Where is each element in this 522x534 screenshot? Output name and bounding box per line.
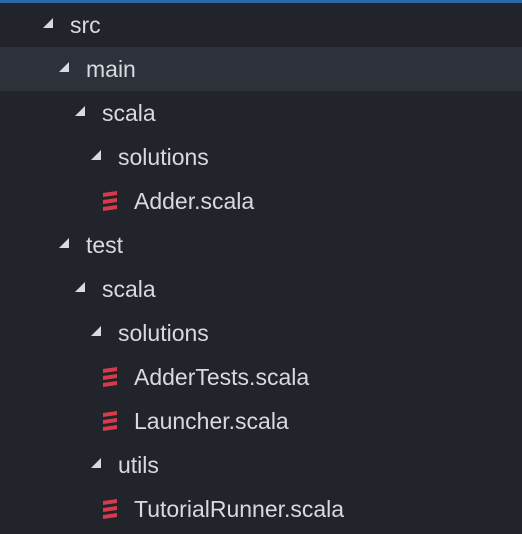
tree-folder-test-scala[interactable]: scala (0, 267, 522, 311)
tree-folder-test[interactable]: test (0, 223, 522, 267)
tree-file-adder-tests[interactable]: AdderTests.scala (0, 355, 522, 399)
tree-file-launcher[interactable]: Launcher.scala (0, 399, 522, 443)
expand-arrow-icon[interactable] (59, 238, 69, 248)
tree-item-label: main (86, 56, 136, 82)
expand-arrow-icon[interactable] (75, 106, 85, 116)
tree-item-label: src (70, 12, 101, 38)
scala-file-icon (103, 191, 117, 211)
tree-folder-utils[interactable]: utils (0, 443, 522, 487)
tree-folder-test-solutions[interactable]: solutions (0, 311, 522, 355)
expand-arrow-icon[interactable] (75, 282, 85, 292)
tree-item-label: scala (102, 276, 156, 302)
tree-item-label: Adder.scala (134, 188, 255, 214)
expand-arrow-icon[interactable] (91, 150, 101, 160)
expand-arrow-icon[interactable] (59, 62, 69, 72)
scala-file-icon (103, 499, 117, 519)
tree-folder-main[interactable]: main (0, 47, 522, 91)
tree-item-label: test (86, 232, 124, 258)
tree-item-label: Launcher.scala (134, 408, 289, 434)
scala-file-icon (103, 367, 117, 387)
expand-arrow-icon[interactable] (91, 326, 101, 336)
tree-file-tutorial-runner[interactable]: TutorialRunner.scala (0, 487, 522, 531)
expand-arrow-icon[interactable] (91, 458, 101, 468)
tree-folder-main-solutions[interactable]: solutions (0, 135, 522, 179)
tree-item-label: scala (102, 100, 156, 126)
tree-item-label: utils (118, 452, 159, 478)
scala-file-icon (103, 411, 117, 431)
tree-item-label: AdderTests.scala (134, 364, 310, 390)
tree-folder-src[interactable]: src (0, 3, 522, 47)
tree-item-label: solutions (118, 144, 209, 170)
expand-arrow-icon[interactable] (43, 18, 53, 28)
tree-folder-main-scala[interactable]: scala (0, 91, 522, 135)
tree-file-adder[interactable]: Adder.scala (0, 179, 522, 223)
tree-item-label: TutorialRunner.scala (134, 496, 345, 522)
file-tree: src main scala solutions Adder.scala tes… (0, 3, 522, 534)
tree-item-label: solutions (118, 320, 209, 346)
